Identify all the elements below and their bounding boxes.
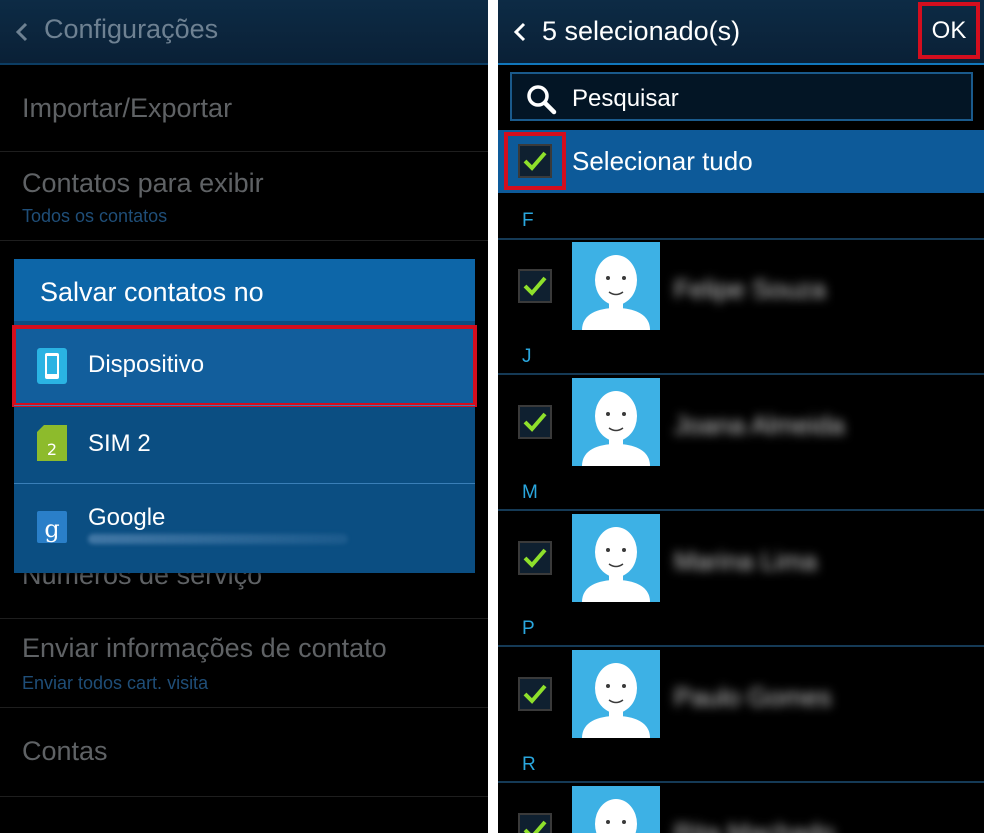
- contact-name: Marina Lima: [674, 546, 818, 576]
- account-email-blurred: [88, 534, 348, 544]
- settings-item-title: Enviar informações de contato: [22, 633, 387, 663]
- contact-checkbox[interactable]: [518, 405, 552, 439]
- contact-name: Felipe Souza: [674, 274, 826, 304]
- contact-checkbox[interactable]: [518, 269, 552, 303]
- select-all-label: Selecionar tudo: [572, 146, 753, 176]
- back-arrow-icon[interactable]: [510, 18, 530, 46]
- settings-item-send-contact-info[interactable]: Enviar informações de contato Enviar tod…: [0, 619, 488, 708]
- highlight-box-device: [12, 325, 477, 407]
- page-title: Configurações: [44, 14, 219, 44]
- back-arrow-icon[interactable]: [10, 18, 34, 46]
- contact-checkbox[interactable]: [518, 813, 552, 833]
- svg-text:2: 2: [47, 440, 57, 459]
- contact-name: Rita Machado: [674, 818, 835, 833]
- settings-item-title: Importar/Exportar: [22, 93, 233, 123]
- default-avatar-icon: [582, 255, 650, 330]
- settings-item-subtitle: Enviar todos cart. visita: [22, 673, 209, 693]
- avatar: [572, 786, 660, 833]
- contact-checkbox[interactable]: [518, 541, 552, 575]
- selection-count: 5 selecionado(s): [542, 16, 741, 46]
- svg-text:g: g: [44, 515, 59, 543]
- dialog-option-sim2[interactable]: 2 SIM 2: [14, 406, 475, 483]
- avatar: [572, 378, 660, 466]
- settings-item-title: Contas: [22, 736, 108, 766]
- checkmark-icon: [523, 276, 547, 296]
- checkmark-icon: [523, 548, 547, 568]
- settings-item-contacts-to-display[interactable]: Contatos para exibir Todos os contatos: [0, 152, 488, 241]
- section-letter: P: [522, 618, 535, 639]
- contact-name: Joana Almeida: [674, 410, 845, 440]
- section-letter: J: [522, 346, 532, 367]
- settings-item-accounts[interactable]: Contas: [0, 708, 488, 797]
- avatar: [572, 242, 660, 330]
- checkmark-icon: [523, 151, 547, 171]
- select-all-checkbox[interactable]: [518, 144, 552, 178]
- dialog-title: Salvar contatos no: [40, 277, 264, 307]
- section-divider: [498, 781, 984, 783]
- avatar: [572, 514, 660, 602]
- selection-header: 5 selecionado(s) OK: [498, 0, 984, 65]
- section-divider: [498, 373, 984, 375]
- settings-screen: Configurações Importar/Exportar Contatos…: [0, 0, 488, 833]
- google-icon: g: [37, 511, 67, 543]
- dialog-option-label: SIM 2: [88, 430, 151, 457]
- contact-name: Paulo Gomes: [674, 682, 832, 712]
- default-avatar-icon: [595, 799, 637, 833]
- section-divider: [498, 238, 984, 240]
- dialog-option-google[interactable]: g Google: [14, 484, 475, 573]
- default-avatar-icon: [582, 527, 650, 602]
- section-divider: [498, 509, 984, 511]
- search-icon: [527, 85, 557, 115]
- avatar: [572, 650, 660, 738]
- section-letter: F: [522, 210, 534, 231]
- save-contacts-dialog: Salvar contatos no Dispositivo 2 SIM 2 g: [12, 259, 477, 573]
- checkmark-icon: [523, 820, 547, 833]
- settings-item-import-export[interactable]: Importar/Exportar: [0, 65, 488, 152]
- checkmark-icon: [523, 412, 547, 432]
- ok-button[interactable]: OK: [918, 2, 980, 59]
- default-avatar-icon: [582, 663, 650, 738]
- settings-item-title: Contatos para exibir: [22, 168, 264, 198]
- dialog-title-bar: Salvar contatos no: [14, 259, 475, 321]
- contact-checkbox[interactable]: [518, 677, 552, 711]
- section-letter: M: [522, 482, 538, 503]
- sim-card-icon: 2: [37, 425, 67, 461]
- settings-header: Configurações: [0, 0, 488, 65]
- default-avatar-icon: [582, 391, 650, 466]
- select-all-row[interactable]: Selecionar tudo: [498, 130, 984, 193]
- contact-picker-screen: 5 selecionado(s) OK Pesquisar Selecionar…: [498, 0, 984, 833]
- search-placeholder: Pesquisar: [572, 85, 679, 112]
- checkmark-icon: [523, 684, 547, 704]
- settings-item-subtitle: Todos os contatos: [22, 206, 168, 226]
- search-input[interactable]: Pesquisar: [510, 72, 973, 121]
- dialog-option-label: Google: [88, 504, 166, 531]
- section-letter: R: [522, 754, 536, 775]
- section-divider: [498, 645, 984, 647]
